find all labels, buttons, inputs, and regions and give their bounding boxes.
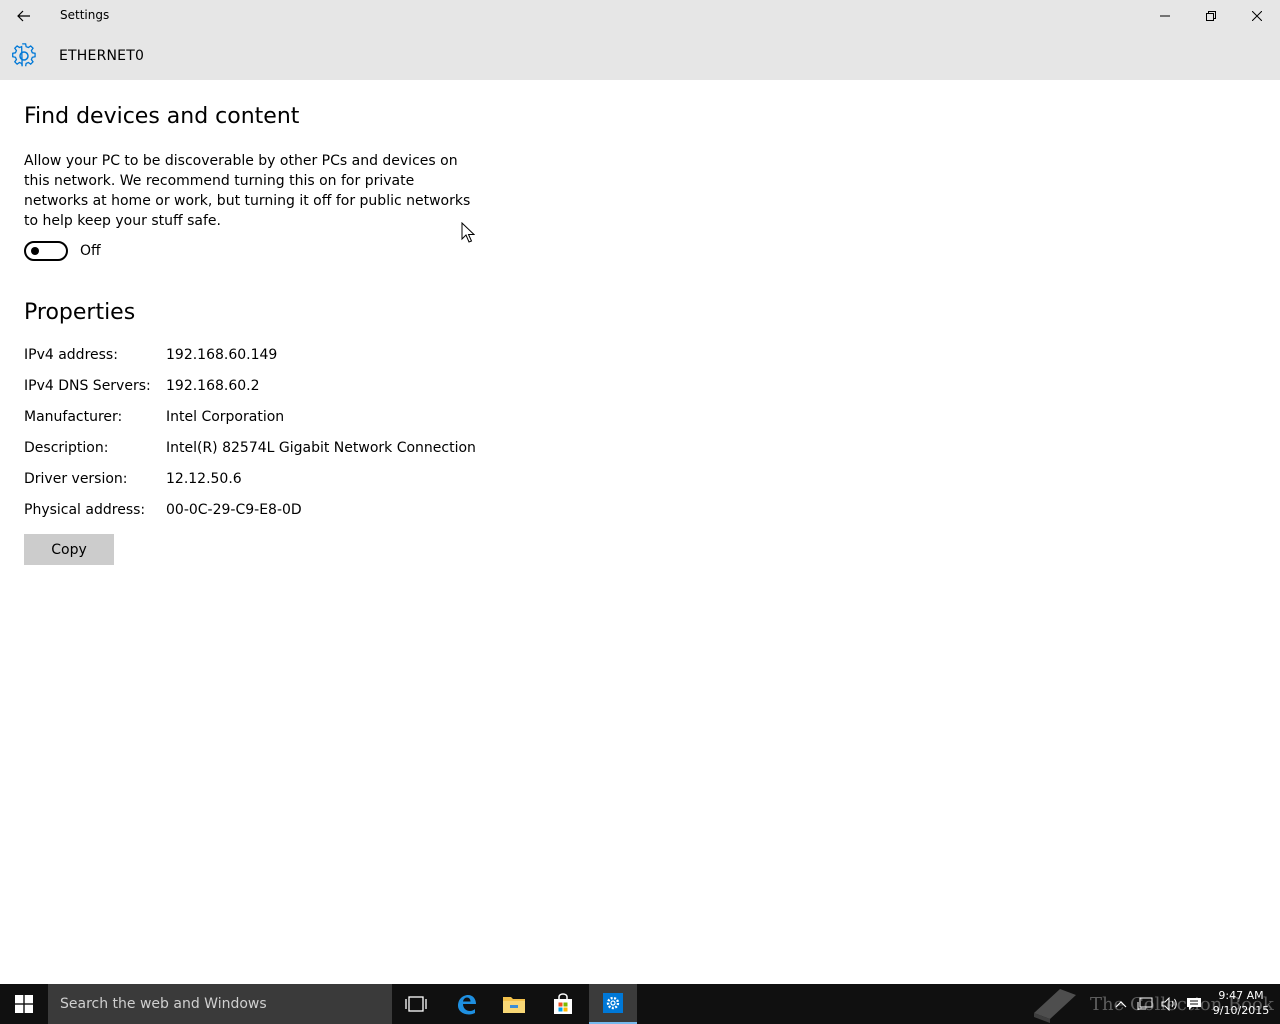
property-row-dns: IPv4 DNS Servers: 192.168.60.2	[24, 378, 476, 409]
book-logo-icon	[1034, 989, 1076, 1023]
property-label: Driver version:	[24, 471, 128, 487]
close-button[interactable]	[1234, 0, 1280, 32]
property-value: 12.12.50.6	[166, 471, 242, 487]
property-value: 00-0C-29-C9-E8-0D	[166, 502, 302, 518]
property-value: 192.168.60.149	[166, 347, 278, 363]
close-icon	[1252, 11, 1262, 21]
store-bag-icon	[554, 993, 572, 1014]
task-view-button[interactable]	[392, 984, 440, 1024]
taskbar-clock[interactable]: 9:47 AM 9/10/2015	[1206, 988, 1276, 1018]
property-label: Manufacturer:	[24, 409, 123, 425]
task-view-icon	[405, 996, 427, 1012]
mouse-cursor-icon	[461, 222, 475, 243]
chevron-up-icon	[1115, 1001, 1127, 1008]
toggle-state-label: Off	[80, 243, 101, 259]
settings-gear-icon	[603, 993, 623, 1013]
property-row-ipv4: IPv4 address: 192.168.60.149	[24, 347, 476, 378]
property-value: Intel Corporation	[166, 409, 285, 425]
back-button[interactable]	[8, 4, 40, 28]
taskbar-search-box[interactable]: Search the web and Windows	[48, 984, 392, 1024]
settings-taskbar-button[interactable]	[589, 984, 637, 1024]
properties-list: IPv4 address: 192.168.60.149 IPv4 DNS Se…	[24, 347, 476, 533]
folder-icon	[503, 997, 525, 1013]
minimize-button[interactable]	[1142, 0, 1188, 32]
windows-logo-icon	[15, 995, 33, 1013]
property-value: Intel(R) 82574L Gigabit Network Connecti…	[166, 440, 476, 456]
edge-icon	[458, 995, 476, 1015]
start-button[interactable]	[0, 984, 48, 1024]
property-label: Description:	[24, 440, 109, 456]
file-explorer-button[interactable]	[490, 984, 538, 1024]
clock-time: 9:47 AM	[1218, 989, 1264, 1002]
restore-button[interactable]	[1188, 0, 1234, 32]
store-button[interactable]	[539, 984, 587, 1024]
property-label: IPv4 address:	[24, 347, 118, 363]
discovery-toggle-switch[interactable]	[24, 241, 68, 261]
restore-icon	[1206, 11, 1216, 21]
speaker-icon	[1161, 997, 1177, 1011]
network-tray-button[interactable]	[1133, 984, 1157, 1024]
property-value: 192.168.60.2	[166, 378, 260, 394]
page-header: ETHERNET0	[0, 32, 1280, 80]
copy-button[interactable]: Copy	[24, 534, 114, 565]
clock-date: 9/10/2015	[1212, 1004, 1270, 1017]
show-hidden-icons-button[interactable]	[1110, 984, 1132, 1024]
property-label: IPv4 DNS Servers:	[24, 378, 151, 394]
discovery-toggle-row: Off	[24, 241, 101, 261]
title-bar: Settings	[0, 0, 1280, 32]
network-icon	[1137, 997, 1153, 1010]
action-center-button[interactable]	[1182, 984, 1206, 1024]
discovery-description: Allow your PC to be discoverable by othe…	[24, 153, 471, 229]
taskbar: Search the web and Windows The Collectio…	[0, 984, 1280, 1024]
minimize-icon	[1160, 15, 1170, 17]
property-row-driver: Driver version: 12.12.50.6	[24, 471, 476, 502]
discovery-section-title: Find devices and content	[24, 104, 300, 129]
page-title: ETHERNET0	[59, 48, 145, 64]
property-row-mac: Physical address: 00-0C-29-C9-E8-0D	[24, 502, 476, 533]
properties-section-title: Properties	[24, 300, 136, 325]
gear-icon	[12, 43, 36, 67]
property-row-manufacturer: Manufacturer: Intel Corporation	[24, 409, 476, 440]
notification-icon	[1187, 998, 1201, 1010]
property-label: Physical address:	[24, 502, 146, 518]
window-title: Settings	[60, 8, 110, 22]
back-arrow-icon	[17, 10, 30, 22]
toggle-knob	[31, 247, 39, 255]
edge-browser-button[interactable]	[442, 984, 490, 1024]
property-row-description: Description: Intel(R) 82574L Gigabit Net…	[24, 440, 476, 471]
volume-tray-button[interactable]	[1158, 984, 1182, 1024]
